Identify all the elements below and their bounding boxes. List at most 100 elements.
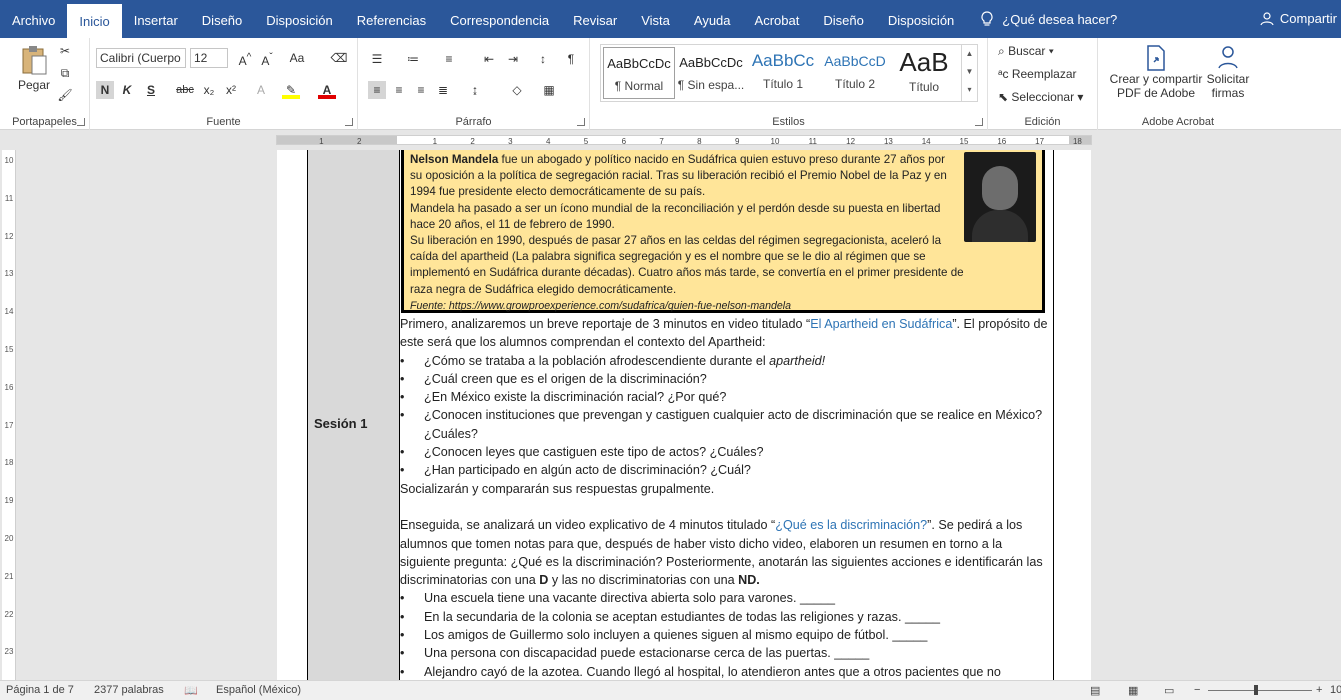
copy-icon[interactable]: ⧉ bbox=[56, 64, 74, 82]
tab-revisar[interactable]: Revisar bbox=[561, 0, 629, 38]
font-launcher-icon[interactable] bbox=[345, 118, 353, 126]
search-icon: ⌕ bbox=[998, 44, 1009, 58]
tab-inicio[interactable]: Inicio bbox=[67, 4, 122, 38]
tab-table-disposicion[interactable]: Disposición bbox=[876, 0, 966, 38]
show-marks-icon[interactable]: ¶ bbox=[562, 50, 580, 68]
grow-font-icon[interactable]: A^ bbox=[236, 49, 254, 68]
style-title[interactable]: AaB Título bbox=[891, 47, 957, 99]
tab-archivo[interactable]: Archivo bbox=[0, 0, 67, 38]
sort-icon[interactable]: ↕ bbox=[534, 50, 552, 68]
request-signatures-line1: Solicitar bbox=[1206, 72, 1250, 86]
zoom-in-button[interactable]: + bbox=[1316, 684, 1322, 696]
share-button[interactable]: Compartir bbox=[1252, 0, 1341, 38]
style-heading2[interactable]: AaBbCcD Título 2 bbox=[819, 47, 891, 99]
shading-icon[interactable]: ◇ bbox=[508, 81, 526, 99]
strikethrough-button[interactable]: abc bbox=[174, 81, 196, 99]
apartheid-video-link[interactable]: El Apartheid en Sudáfrica bbox=[810, 317, 952, 331]
tab-referencias[interactable]: Referencias bbox=[345, 0, 438, 38]
find-button[interactable]: ⌕ Buscar ▾ bbox=[998, 44, 1054, 59]
lesson-content: Primero, analizaremos un breve reportaje… bbox=[400, 315, 1050, 681]
language[interactable]: Español (México) bbox=[216, 684, 301, 696]
web-layout-icon[interactable]: ▭ bbox=[1164, 684, 1174, 697]
tab-insertar[interactable]: Insertar bbox=[122, 0, 190, 38]
cut-icon[interactable]: ✂ bbox=[56, 42, 74, 60]
style-heading1[interactable]: AaBbCc Título 1 bbox=[747, 47, 819, 99]
word-count[interactable]: 2377 palabras bbox=[94, 684, 164, 696]
style-no-spacing[interactable]: AaBbCcDc ¶ Sin espa... bbox=[675, 47, 747, 99]
numbering-icon[interactable]: ≔ bbox=[404, 50, 422, 68]
line-spacing-icon[interactable]: ↨ bbox=[466, 81, 484, 99]
text-effects-icon[interactable]: A bbox=[252, 81, 270, 99]
subscript-button[interactable]: x₂ bbox=[200, 81, 218, 99]
question-item: ¿Conocen instituciones que prevengan y c… bbox=[400, 406, 1050, 443]
zoom-out-button[interactable]: − bbox=[1194, 684, 1200, 696]
style-heading2-preview: AaBbCcD bbox=[824, 53, 886, 69]
mandela-textbox[interactable]: Nelson Mandela fue un abogado y político… bbox=[401, 150, 1045, 313]
document-page[interactable]: Sesión 1 Nelson Mandela fue un abogado y… bbox=[277, 150, 1091, 681]
tab-acrobat[interactable]: Acrobat bbox=[743, 0, 812, 38]
clipboard-launcher-icon[interactable] bbox=[77, 118, 85, 126]
action-item: Una persona con discapacidad puede estac… bbox=[400, 644, 1050, 663]
clipboard-icon bbox=[22, 46, 47, 75]
ruler-number: 2 bbox=[357, 137, 362, 145]
tab-ayuda[interactable]: Ayuda bbox=[682, 0, 743, 38]
socialize-paragraph: Socializarán y compararán sus respuestas… bbox=[400, 481, 715, 496]
superscript-button[interactable]: x² bbox=[222, 81, 240, 99]
borders-icon[interactable]: ▦ bbox=[540, 81, 558, 99]
bullets-icon[interactable]: ☰ bbox=[368, 50, 386, 68]
style-no-spacing-preview: AaBbCcDc bbox=[679, 55, 743, 70]
print-layout-icon[interactable]: ▦ bbox=[1128, 684, 1138, 697]
multilevel-list-icon[interactable]: ≡ bbox=[440, 50, 458, 68]
discrimination-video-link[interactable]: ¿Qué es la discriminación? bbox=[775, 518, 927, 532]
zoom-slider[interactable] bbox=[1208, 690, 1312, 691]
paste-button[interactable]: Pegar bbox=[14, 44, 54, 104]
vertical-ruler[interactable]: 101112131415161718192021222324 bbox=[2, 150, 16, 694]
styles-launcher-icon[interactable] bbox=[975, 118, 983, 126]
tab-vista[interactable]: Vista bbox=[629, 0, 682, 38]
underline-button[interactable]: S bbox=[142, 81, 160, 99]
zoom-level[interactable]: 10 bbox=[1330, 684, 1341, 696]
format-painter-icon[interactable]: 🖌 bbox=[56, 86, 74, 104]
replace-icon: ᵃc bbox=[998, 67, 1012, 81]
gallery-scroll[interactable]: ▲ ▼ ▾ bbox=[961, 45, 977, 101]
font-name-field[interactable]: Calibri (Cuerpo bbox=[96, 48, 186, 68]
ruler-number: 17 bbox=[1035, 137, 1044, 145]
clear-formatting-icon[interactable]: ⌫ bbox=[330, 49, 348, 67]
tab-disposicion[interactable]: Disposición bbox=[254, 0, 344, 38]
justify-icon[interactable]: ≣ bbox=[434, 81, 452, 99]
create-pdf-button[interactable]: Crear y compartir PDF de Adobe bbox=[1108, 44, 1204, 100]
tab-diseno[interactable]: Diseño bbox=[190, 0, 254, 38]
font-size-field[interactable]: 12 bbox=[190, 48, 228, 68]
change-case-icon[interactable]: Aa bbox=[286, 49, 308, 67]
read-mode-icon[interactable]: ▤ bbox=[1090, 684, 1100, 697]
align-right-icon[interactable]: ≡ bbox=[412, 81, 430, 99]
replace-button[interactable]: ᵃc Reemplazar bbox=[998, 67, 1077, 81]
tab-correspondencia[interactable]: Correspondencia bbox=[438, 0, 561, 38]
style-heading1-preview: AaBbCc bbox=[751, 51, 815, 70]
align-left-icon[interactable]: ≡ bbox=[368, 81, 386, 99]
request-signatures-button[interactable]: Solicitar firmas bbox=[1202, 44, 1254, 100]
italic-button[interactable]: K bbox=[118, 81, 136, 99]
align-center-icon[interactable]: ≡ bbox=[390, 81, 408, 99]
proofing-icon[interactable]: 📖 bbox=[184, 684, 198, 697]
decrease-indent-icon[interactable]: ⇤ bbox=[480, 50, 498, 68]
style-no-spacing-name: ¶ Sin espa... bbox=[677, 78, 745, 92]
style-normal[interactable]: AaBbCcDc ¶ Normal bbox=[603, 47, 675, 99]
paragraph-label: Párrafo bbox=[455, 116, 492, 128]
ruler-number: 18 bbox=[1073, 137, 1082, 145]
zoom-thumb[interactable] bbox=[1254, 685, 1258, 695]
increase-indent-icon[interactable]: ⇥ bbox=[504, 50, 522, 68]
tab-table-diseno[interactable]: Diseño bbox=[811, 0, 875, 38]
horizontal-ruler[interactable]: 121234567891011121314151617181920 bbox=[276, 135, 1092, 145]
highlight-icon[interactable]: ✎ bbox=[282, 81, 300, 99]
select-button[interactable]: ⬉ Seleccionar ▾ bbox=[998, 90, 1083, 104]
page-count[interactable]: Página 1 de 7 bbox=[6, 684, 74, 696]
tell-me-box[interactable]: ¿Qué desea hacer? bbox=[980, 11, 1117, 27]
ribbon: Pegar ✂ ⧉ 🖌 Portapapeles Calibri (Cuerpo… bbox=[0, 38, 1341, 130]
shrink-font-icon[interactable]: Aˇ bbox=[258, 49, 276, 68]
bold-button[interactable]: N bbox=[96, 81, 114, 99]
ruler-number: 9 bbox=[735, 137, 740, 145]
paragraph-launcher-icon[interactable] bbox=[577, 118, 585, 126]
font-color-icon[interactable]: A bbox=[318, 81, 336, 99]
ruler-number: 8 bbox=[697, 137, 702, 145]
